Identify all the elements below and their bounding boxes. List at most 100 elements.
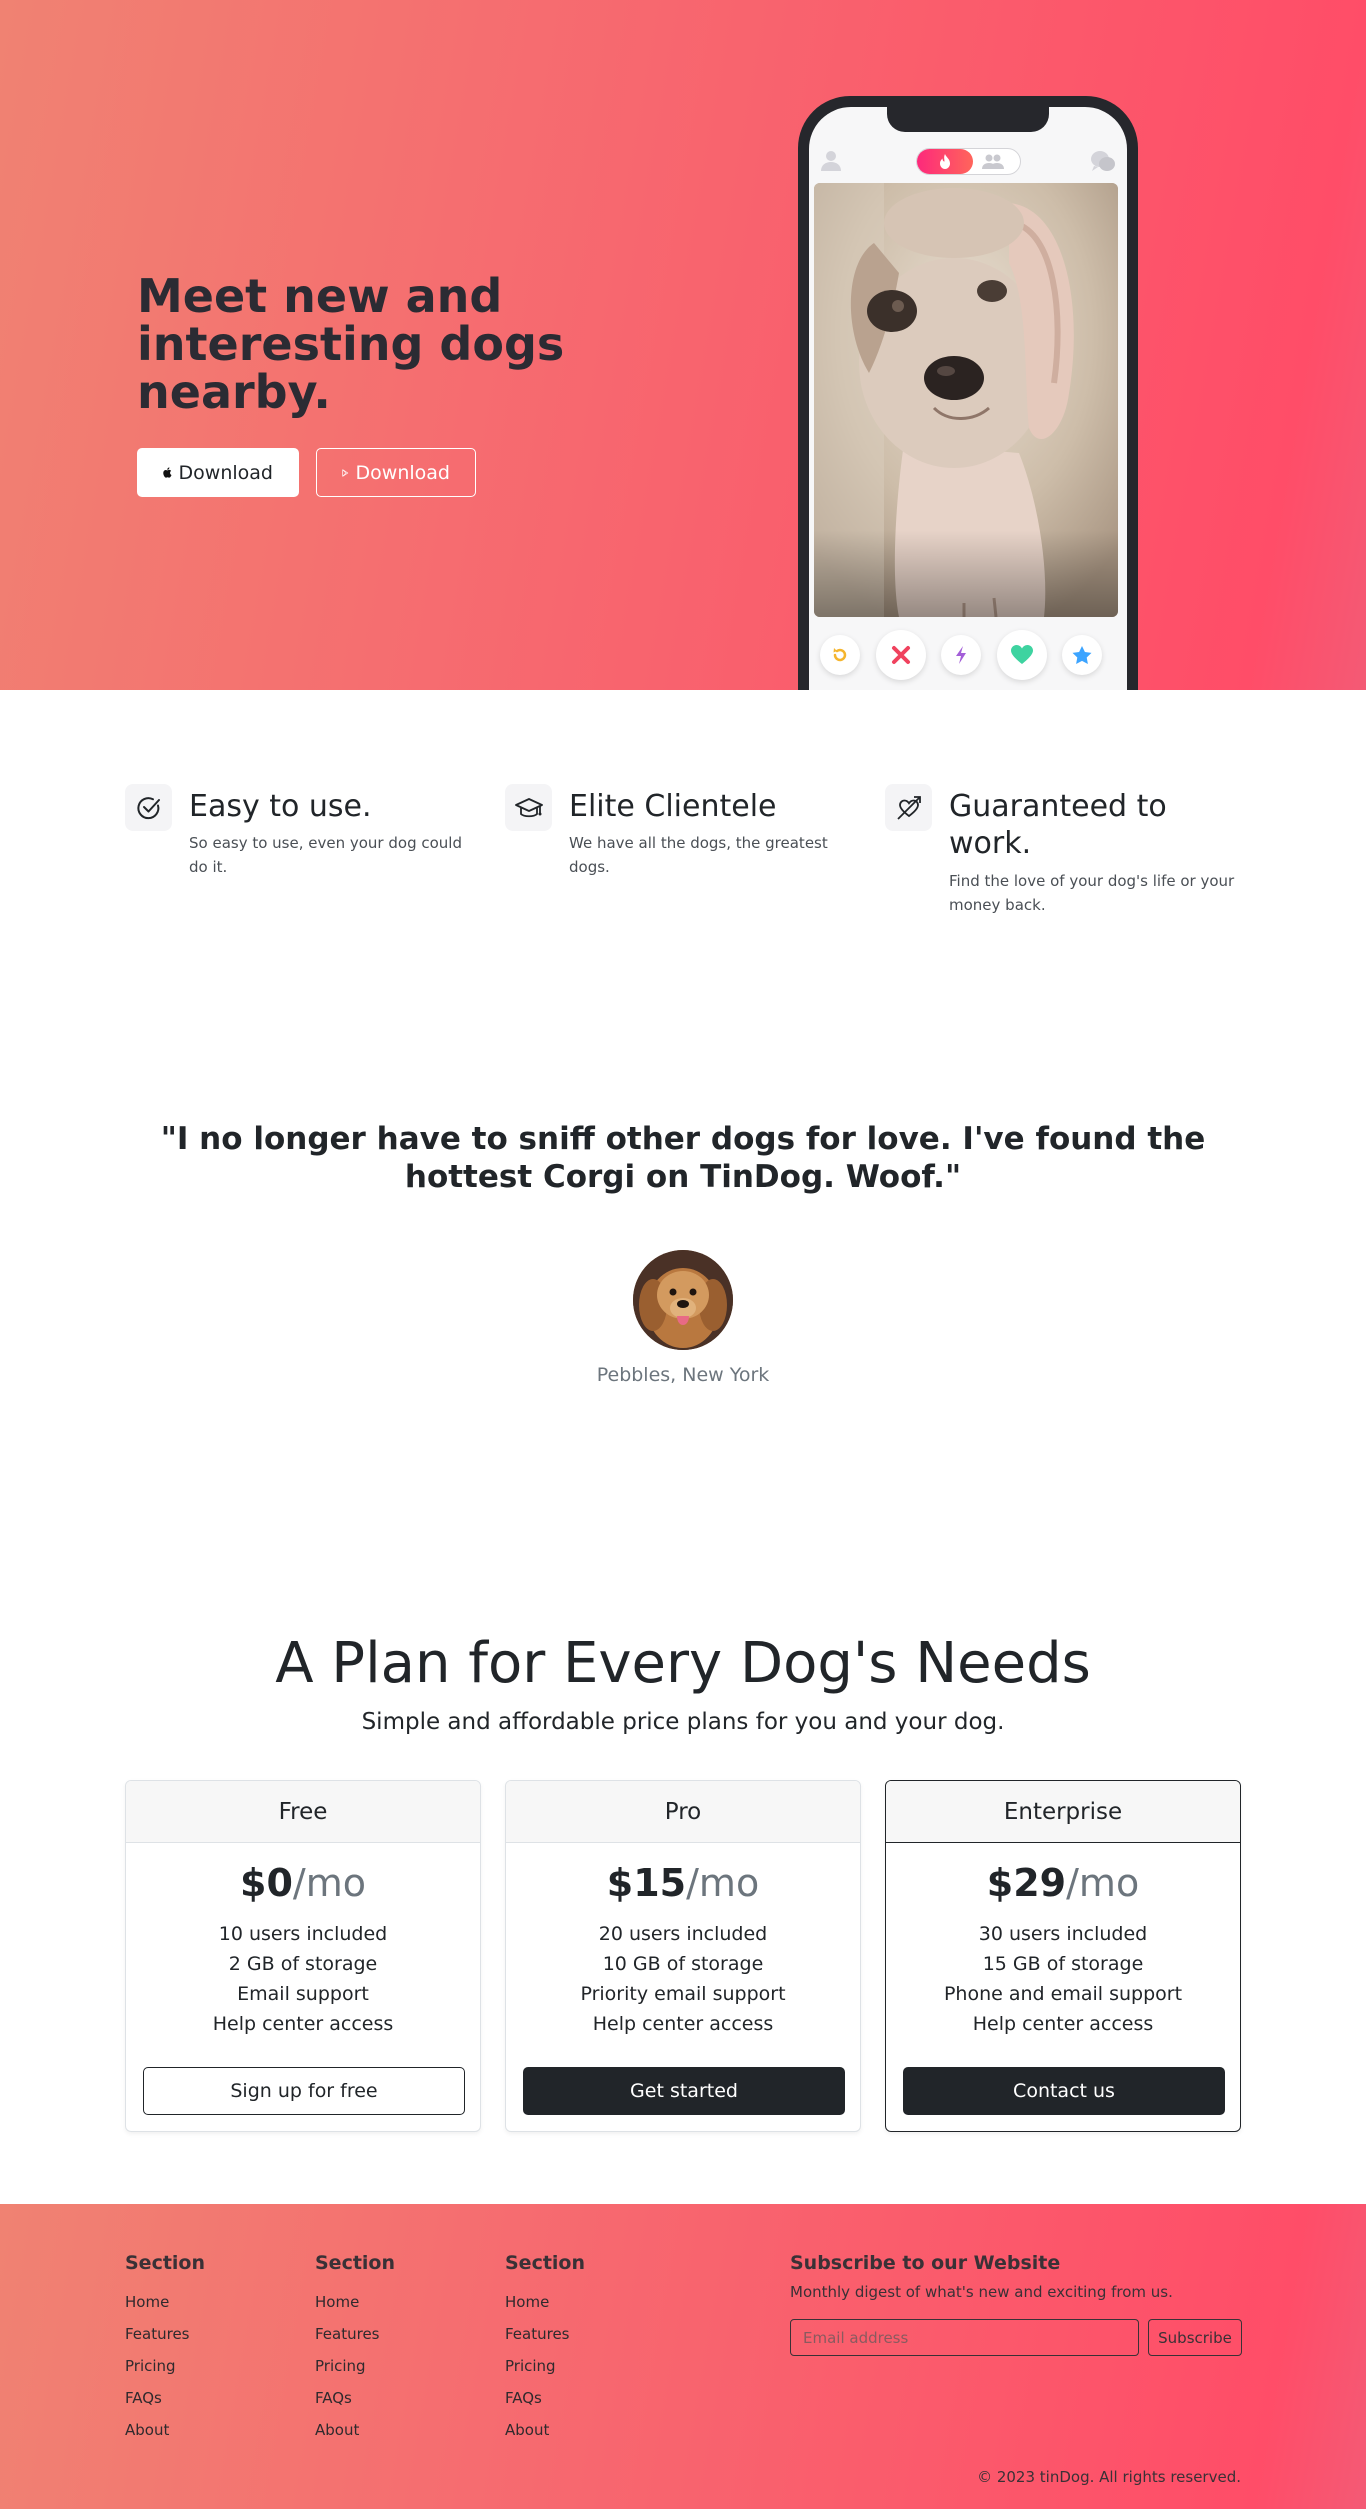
- plan-feature: Help center access: [592, 2013, 774, 2035]
- google-play-icon: [342, 468, 349, 477]
- plan-feature: 2 GB of storage: [228, 1953, 378, 1975]
- nope-button[interactable]: [876, 630, 926, 680]
- plan-name: Pro: [506, 1781, 860, 1843]
- plan-card-pro: Pro $15/mo 20 users included 10 GB of st…: [505, 1780, 861, 2132]
- footer-link-pricing[interactable]: Pricing: [125, 2350, 305, 2382]
- feature-text: So easy to use, even your dog could do i…: [189, 834, 462, 876]
- footer-link-features[interactable]: Features: [315, 2318, 495, 2350]
- feature-text: We have all the dogs, the greatest dogs.: [569, 834, 828, 876]
- contact-us-button[interactable]: Contact us: [903, 2067, 1225, 2115]
- dog-profile-photo[interactable]: [814, 183, 1118, 617]
- download-apple-button[interactable]: Download: [137, 448, 299, 497]
- testimonial-author: Pebbles, New York: [596, 1364, 770, 1386]
- flame-icon: [940, 154, 950, 169]
- plan-feature: 15 GB of storage: [982, 1953, 1144, 1975]
- newsletter-title: Subscribe to our Website: [790, 2252, 1061, 2274]
- plan-feature: 10 GB of storage: [602, 1953, 764, 1975]
- plan-name: Enterprise: [886, 1781, 1240, 1843]
- footer-link-about[interactable]: About: [505, 2414, 685, 2446]
- group-icon[interactable]: [980, 153, 1006, 169]
- dog-avatar-illustration: [633, 1250, 733, 1350]
- price-amount: $29: [986, 1861, 1067, 1905]
- feature-title: Elite Clientele: [569, 789, 777, 824]
- phone-mockup: [798, 96, 1138, 690]
- hero-title: Meet new and interesting dogs nearby.: [137, 269, 565, 419]
- pricing-title: A Plan for Every Dog's Needs: [275, 1631, 1091, 1696]
- swipe-actions: [809, 628, 1127, 682]
- app-top-bar: [809, 143, 1127, 179]
- features-section: Easy to use. So easy to use, even your d…: [125, 784, 1241, 944]
- chat-icon[interactable]: [1090, 149, 1116, 173]
- heart-arrow-icon: [885, 784, 932, 831]
- footer-column-title: Section: [505, 2252, 586, 2274]
- phone-notch: [887, 107, 1049, 132]
- plan-name: Free: [126, 1781, 480, 1843]
- plan-feature: Priority email support: [580, 1983, 786, 2005]
- pricing-subtitle: Simple and affordable price plans for yo…: [361, 1709, 1005, 1735]
- footer-column: Section Home Features Pricing FAQs About: [125, 2252, 305, 2446]
- avatar: [633, 1250, 733, 1350]
- plan-price: $0/mo: [126, 1861, 480, 1905]
- footer-column-title: Section: [315, 2252, 396, 2274]
- plan-card-free: Free $0/mo 10 users included 2 GB of sto…: [125, 1780, 481, 2132]
- plan-feature: 30 users included: [978, 1923, 1148, 1945]
- email-field[interactable]: [790, 2319, 1139, 2356]
- sign-up-free-button[interactable]: Sign up for free: [143, 2067, 465, 2115]
- subscribe-button[interactable]: Subscribe: [1148, 2319, 1242, 2356]
- plan-feature: Help center access: [212, 2013, 394, 2035]
- plan-price: $15/mo: [506, 1861, 860, 1905]
- newsletter-form: Subscribe to our Website Monthly digest …: [790, 2252, 1242, 2356]
- footer-link-home[interactable]: Home: [505, 2286, 685, 2318]
- download-play-label: Download: [355, 461, 450, 484]
- plan-feature: Email support: [237, 1983, 369, 2005]
- plan-features: 30 users included 15 GB of storage Phone…: [886, 1919, 1240, 2039]
- testimonial-quote: "I no longer have to sniff other dogs fo…: [160, 1121, 1206, 1195]
- price-period: /mo: [1066, 1861, 1140, 1905]
- get-started-button[interactable]: Get started: [523, 2067, 845, 2115]
- hero-section: Meet new and interesting dogs nearby. Do…: [0, 0, 1366, 690]
- footer-link-about[interactable]: About: [125, 2414, 305, 2446]
- super-like-button[interactable]: [1062, 635, 1102, 675]
- feature-text: Find the love of your dog's life or your…: [949, 872, 1235, 914]
- footer-link-pricing[interactable]: Pricing: [505, 2350, 685, 2382]
- boost-button[interactable]: [941, 635, 981, 675]
- dog-illustration: [814, 183, 1118, 617]
- hero-buttons: Download Download: [137, 448, 476, 497]
- newsletter-row: Subscribe: [790, 2319, 1242, 2356]
- graduation-cap-icon: [505, 784, 552, 831]
- like-button[interactable]: [997, 630, 1047, 680]
- footer-link-faqs[interactable]: FAQs: [505, 2382, 685, 2414]
- footer-link-faqs[interactable]: FAQs: [125, 2382, 305, 2414]
- download-play-button[interactable]: Download: [316, 448, 476, 497]
- footer-link-home[interactable]: Home: [125, 2286, 305, 2318]
- price-period: /mo: [686, 1861, 760, 1905]
- feature-title: Easy to use.: [189, 789, 372, 824]
- rewind-button[interactable]: [820, 635, 860, 675]
- lightning-icon: [956, 646, 966, 664]
- profile-icon[interactable]: [820, 149, 842, 171]
- close-icon: [892, 646, 910, 664]
- footer-link-features[interactable]: Features: [505, 2318, 685, 2350]
- check-circle-icon: [125, 784, 172, 831]
- footer: Section Home Features Pricing FAQs About…: [0, 2204, 1366, 2509]
- footer-link-faqs[interactable]: FAQs: [315, 2382, 495, 2414]
- discover-toggle[interactable]: [916, 148, 1021, 175]
- plan-price: $29/mo: [886, 1861, 1240, 1905]
- footer-link-home[interactable]: Home: [315, 2286, 495, 2318]
- footer-column: Section Home Features Pricing FAQs About: [315, 2252, 495, 2446]
- plan-feature: 10 users included: [218, 1923, 388, 1945]
- plan-feature: Help center access: [972, 2013, 1154, 2035]
- newsletter-text: Monthly digest of what's new and excitin…: [790, 2283, 1173, 2301]
- plan-feature: 20 users included: [598, 1923, 768, 1945]
- footer-link-about[interactable]: About: [315, 2414, 495, 2446]
- footer-column-title: Section: [125, 2252, 206, 2274]
- footer-link-pricing[interactable]: Pricing: [315, 2350, 495, 2382]
- flame-tab[interactable]: [917, 149, 973, 174]
- phone-screen: [809, 107, 1127, 690]
- footer-link-features[interactable]: Features: [125, 2318, 305, 2350]
- plan-feature: Phone and email support: [943, 1983, 1183, 2005]
- price-amount: $15: [606, 1861, 687, 1905]
- feature-title: Guaranteed to work.: [949, 789, 1167, 861]
- footer-column: Section Home Features Pricing FAQs About: [505, 2252, 685, 2446]
- testimonial-section: "I no longer have to sniff other dogs fo…: [0, 1120, 1366, 1386]
